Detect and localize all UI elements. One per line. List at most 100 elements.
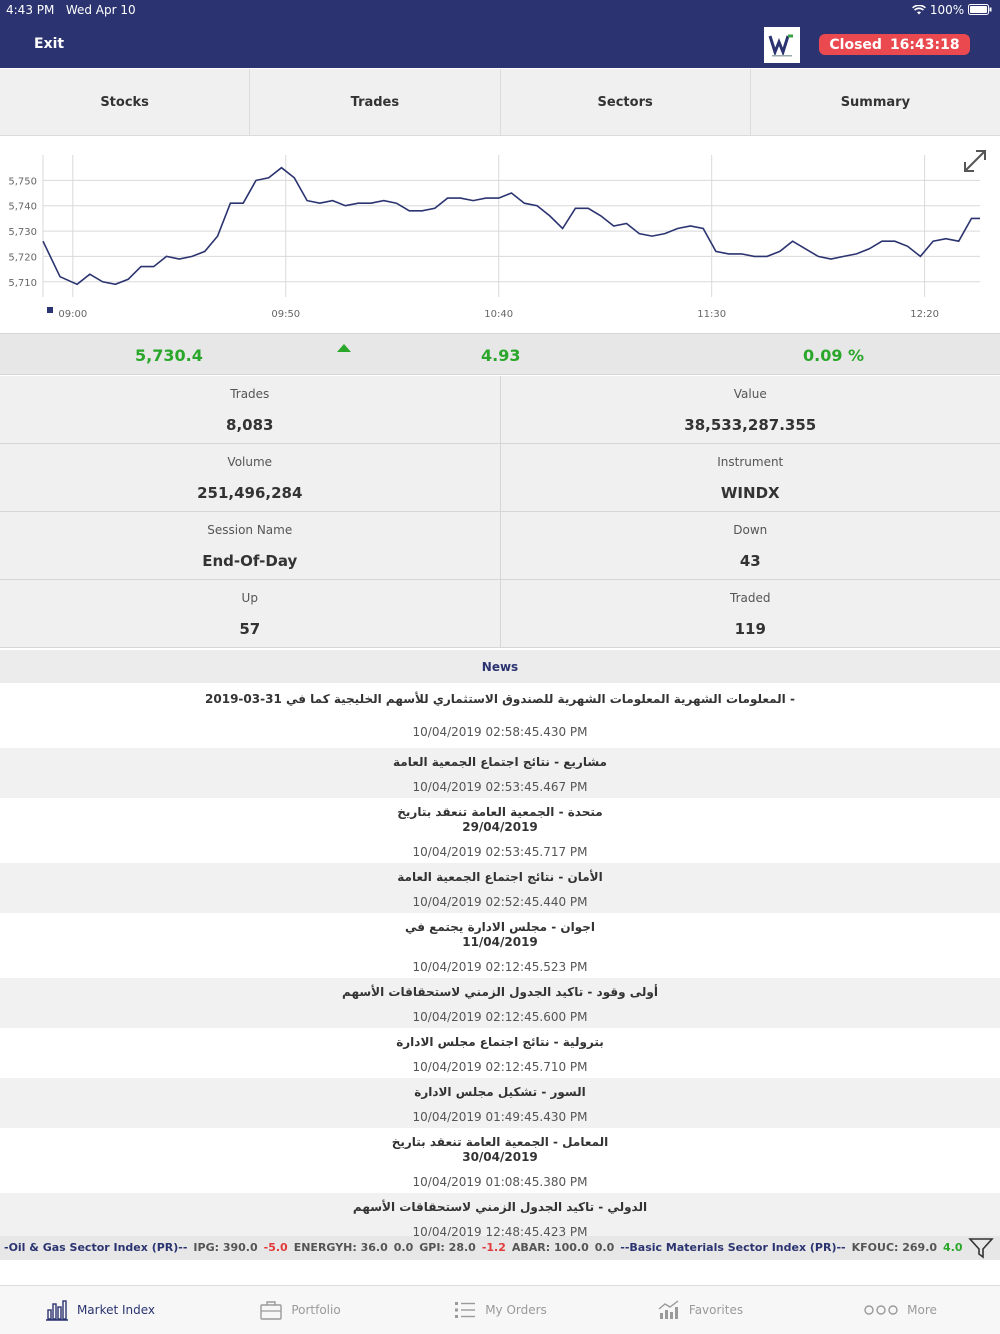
news-date: 10/04/2019 02:53:45.717 PM (412, 845, 588, 859)
index-change-pct: 0.09 % (803, 346, 865, 365)
tab-summary[interactable]: Summary (751, 69, 1000, 135)
stats-row: Trades 8,083 Value 38,533,287.355 (0, 376, 1000, 444)
tab-trades[interactable]: Trades (250, 69, 501, 135)
section-tabs: Stocks Trades Sectors Summary (0, 69, 1000, 136)
filter-icon (968, 1238, 994, 1259)
y-tick-label: 5,730 (8, 227, 37, 238)
news-item[interactable]: بترولية - نتائج اجتماع مجلس الادارة 10/0… (0, 1028, 1000, 1078)
ticker-sector: --Basic Materials Sector Index (PR)-- (620, 1241, 846, 1254)
news-title: السور - تشكيل مجلس الادارة (414, 1085, 586, 1099)
stat-label: Down (733, 523, 768, 537)
ticker-track: -Oil & Gas Sector Index (PR)-- IPG: 390.0… (4, 1241, 1000, 1254)
bar-chart-icon (45, 1300, 68, 1321)
stat-label: Traded (730, 591, 771, 605)
news-date: 10/04/2019 12:48:45.423 PM (412, 1225, 588, 1236)
more-icon (864, 1305, 898, 1315)
nav-favorites[interactable]: Favorites (600, 1286, 800, 1334)
stats-row: Session Name End-Of-Day Down 43 (0, 512, 1000, 580)
briefcase-icon (260, 1301, 283, 1320)
news-date: 10/04/2019 01:08:45.380 PM (412, 1175, 588, 1189)
news-date: 10/04/2019 02:12:45.710 PM (412, 1060, 588, 1074)
news-title: أولى وقود - تاكيد الجدول الزمني لاستحقاق… (342, 985, 658, 999)
x-tick-label: 12:20 (910, 309, 939, 320)
news-item[interactable]: اجوان - مجلس الادارة يجتمع في 11/04/2019… (0, 913, 1000, 978)
ticker-pos: 4.0 (943, 1241, 963, 1254)
tab-sectors[interactable]: Sectors (501, 69, 751, 135)
x-tick-label: 11:30 (697, 309, 726, 320)
stat-value: 8,083 (226, 416, 274, 434)
filter-button[interactable] (962, 1236, 1000, 1260)
news-item[interactable]: الدولي - تاكيد الجدول الزمني لاستحقاقات … (0, 1193, 1000, 1236)
app-header: 4:43 PM Wed Apr 10 100% Exit Closed 16:4… (0, 0, 1000, 68)
index-value: 5,730.4 (135, 346, 203, 365)
stat-value: WINDX (720, 484, 780, 502)
news-date: 10/04/2019 02:52:45.440 PM (412, 895, 588, 909)
nav-label: Portfolio (291, 1303, 341, 1317)
news-header: News (0, 650, 1000, 683)
x-tick-label: 09:50 (271, 309, 300, 320)
bottom-nav: Market Index Portfolio My Orders Favorit… (0, 1285, 1000, 1334)
news-item[interactable]: أولى وقود - تاكيد الجدول الزمني لاستحقاق… (0, 978, 1000, 1028)
news-title: - المعلومات الشهرية المعلومات الشهرية لل… (205, 692, 795, 706)
status-bar: 4:43 PM Wed Apr 10 100% (0, 0, 1000, 20)
chart-start-marker (47, 307, 53, 313)
app-logo (764, 27, 800, 63)
nav-label: My Orders (485, 1303, 547, 1317)
up-arrow-icon (337, 344, 351, 352)
nav-market-index[interactable]: Market Index (0, 1286, 200, 1334)
index-series-line (42, 166, 980, 286)
news-item[interactable]: السور - تشكيل مجلس الادارة 10/04/2019 01… (0, 1078, 1000, 1128)
news-item[interactable]: - المعلومات الشهرية المعلومات الشهرية لل… (0, 683, 1000, 748)
stat-label: Volume (227, 455, 273, 469)
stat-label: Session Name (207, 523, 293, 537)
stock-ticker: -Oil & Gas Sector Index (PR)-- IPG: 390.0… (0, 1236, 1000, 1260)
ticker-stock: 0.0 (594, 1241, 615, 1254)
stat-value: 43 (739, 552, 761, 570)
expand-icon[interactable] (962, 148, 988, 174)
news-date: 10/04/2019 02:12:45.523 PM (412, 960, 588, 974)
ticker-stock: KFOUC: 269.0 (851, 1241, 938, 1254)
chart-up-icon (658, 1300, 679, 1319)
stat-label: Instrument (717, 455, 784, 469)
exit-button[interactable]: Exit (34, 36, 64, 52)
nav-label: Market Index (76, 1303, 156, 1317)
stat-label: Up (241, 591, 258, 605)
news-title-line2: 30/04/2019 (462, 1150, 538, 1164)
news-item[interactable]: المعامل - الجمعية العامة تنعقد بتاريخ 30… (0, 1128, 1000, 1193)
news-list: - المعلومات الشهرية المعلومات الشهرية لل… (0, 683, 1000, 1236)
stat-traded: Traded 119 (500, 580, 1000, 647)
x-tick-label: 09:00 (58, 309, 87, 320)
x-tick-label: 10:40 (484, 309, 513, 320)
news-title: بترولية - نتائج اجتماع مجلس الادارة (396, 1035, 604, 1049)
y-tick-label: 5,750 (8, 176, 37, 187)
news-item[interactable]: مشاريع - نتائج اجتماع الجمعية العامة 10/… (0, 748, 1000, 798)
wifi-icon (912, 4, 926, 15)
stat-value-traded: Value 38,533,287.355 (500, 376, 1000, 443)
y-tick-label: 5,720 (8, 252, 37, 263)
stats-row: Volume 251,496,284 Instrument WINDX (0, 444, 1000, 512)
nav-my-orders[interactable]: My Orders (400, 1286, 600, 1334)
news-item[interactable]: الأمان - نتائج اجتماع الجمعية العامة 10/… (0, 863, 1000, 913)
news-title: الأمان - نتائج اجتماع الجمعية العامة (397, 870, 603, 884)
news-item[interactable]: متحدة - الجمعية العامة تنعقد بتاريخ 29/0… (0, 798, 1000, 863)
ticker-neg: -5.0 (263, 1241, 288, 1254)
news-date: 10/04/2019 01:49:45.430 PM (412, 1110, 588, 1124)
ticker-neg: -1.2 (481, 1241, 506, 1254)
news-date: 10/04/2019 02:53:45.467 PM (412, 780, 588, 794)
y-tick-label: 5,710 (8, 278, 37, 289)
y-tick-label: 5,740 (8, 202, 37, 213)
nav-label: More (907, 1303, 937, 1317)
ticker-stock: ABAR: 100.0 (511, 1241, 589, 1254)
tab-stocks[interactable]: Stocks (0, 69, 251, 135)
stats-row: Up 57 Traded 119 (0, 580, 1000, 648)
stat-value: 119 (734, 620, 766, 638)
stat-value: 38,533,287.355 (684, 416, 817, 434)
stat-trades: Trades 8,083 (0, 376, 501, 443)
news-title: الدولي - تاكيد الجدول الزمني لاستحقاقات … (352, 1200, 648, 1214)
market-index-chart: 5,750 5,740 5,730 5,720 5,710 09:00 09:50 10:40… (0, 137, 1000, 332)
stat-value: End-Of-Day (202, 552, 298, 570)
status-time: 4:43 PM Wed Apr 10 (6, 3, 136, 17)
nav-portfolio[interactable]: Portfolio (200, 1286, 400, 1334)
ticker-stock: GPI: 28.0 (419, 1241, 476, 1254)
nav-more[interactable]: More (800, 1286, 1000, 1334)
